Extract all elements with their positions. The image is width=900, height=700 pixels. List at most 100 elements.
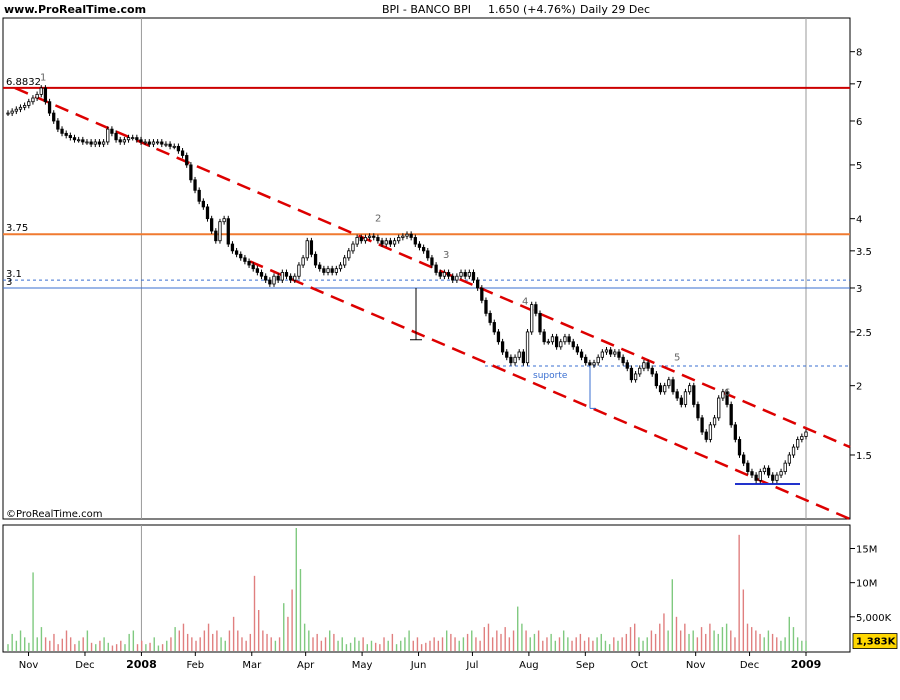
candle-body	[239, 253, 243, 259]
candle-body	[214, 230, 218, 242]
candle-body	[633, 373, 638, 381]
candle-body	[588, 362, 592, 366]
candle-body	[255, 268, 260, 273]
candle-body	[247, 260, 251, 266]
price-tick-label: 2.5	[856, 328, 872, 339]
candle-body	[750, 471, 754, 476]
candle-body	[355, 237, 359, 245]
wave-label: 2	[375, 214, 381, 225]
candle-body	[218, 221, 222, 242]
instrument-title: BPI - BANCO BPI	[382, 3, 471, 16]
candle-body	[779, 471, 783, 476]
candle-body	[621, 356, 625, 364]
candle-body	[172, 145, 176, 148]
candle-body	[139, 139, 143, 143]
candle-body	[513, 356, 517, 364]
candle-body	[613, 351, 617, 355]
candle-body	[434, 264, 438, 273]
candle-body	[480, 287, 484, 301]
candle-body	[193, 179, 197, 191]
candle-body	[288, 275, 293, 281]
candle-body	[147, 141, 151, 145]
candle-body	[264, 275, 268, 281]
time-tick-label: Sep	[576, 660, 595, 671]
candle-body	[334, 268, 338, 273]
candle-body	[297, 264, 301, 277]
wave-label: 5	[674, 353, 680, 364]
candle-body	[804, 431, 808, 437]
candle-body	[259, 272, 264, 277]
candle-body	[438, 272, 442, 277]
price-panel	[2, 17, 851, 520]
time-tick-label: Jul	[465, 660, 478, 671]
candle-body	[185, 155, 189, 166]
candle-body	[106, 128, 110, 143]
candle-body	[197, 189, 201, 202]
candle-body	[143, 141, 147, 144]
price-tick-label: 3	[856, 284, 862, 295]
candle-body	[118, 139, 122, 143]
candle-body	[89, 141, 93, 145]
candle-body	[401, 235, 405, 238]
time-tick-label: Feb	[186, 660, 204, 671]
time-tick-label: Mar	[242, 660, 262, 671]
wave-label: 6	[724, 388, 730, 399]
candle-body	[101, 141, 106, 145]
candle-body	[313, 253, 318, 266]
candle-body	[72, 137, 77, 141]
candle-body	[534, 304, 538, 314]
candle-body	[85, 141, 89, 144]
time-axis: Nov Dec 2008 Feb Mar Apr May Jun Jul Aug Sep Oct Nov…	[19, 652, 822, 671]
copyright: ©ProRealTime.com	[6, 509, 102, 520]
candle-body	[559, 341, 563, 348]
candle-body	[392, 240, 397, 245]
time-tick-label: 2009	[791, 658, 822, 671]
candle-body	[64, 132, 68, 136]
candle-body	[81, 139, 85, 143]
candle-body	[455, 275, 459, 281]
candle-body	[563, 336, 567, 343]
candle-body	[347, 250, 351, 259]
candle-body	[492, 322, 496, 333]
candle-body	[762, 467, 767, 473]
candle-body	[654, 373, 659, 387]
candle-body	[52, 112, 56, 122]
candle-body	[646, 362, 650, 369]
candle-body	[343, 257, 347, 266]
price-axis: 8 7 6 5 4 3.5 3 2.5 2 1.5	[850, 48, 872, 462]
candle-body	[712, 417, 717, 426]
time-tick-label: Aug	[519, 660, 539, 671]
candle-body	[571, 341, 575, 348]
candle-body	[629, 367, 634, 381]
wave-label: 1	[40, 72, 46, 83]
candle-body	[625, 362, 629, 369]
candle-body	[6, 112, 10, 115]
candle-body	[442, 272, 447, 277]
time-tick-label: May	[352, 660, 373, 671]
candle-body	[692, 385, 696, 405]
candle-body	[463, 272, 467, 277]
candle-body	[567, 336, 571, 343]
candle-body	[110, 128, 114, 134]
candle-body	[509, 356, 513, 364]
level-label: 3	[6, 277, 12, 288]
site-url[interactable]: www.ProRealTime.com	[4, 3, 146, 16]
candle-body	[251, 264, 255, 270]
candle-body	[351, 243, 355, 252]
candle-body	[201, 200, 205, 208]
candle-body	[126, 137, 131, 141]
candle-body	[268, 279, 272, 285]
candle-body	[451, 275, 455, 281]
level-label: 6.8832	[6, 77, 41, 88]
price-tick-label: 7	[856, 80, 862, 91]
candle-body	[39, 87, 43, 95]
candle-body	[729, 404, 733, 426]
candle-body	[409, 233, 413, 238]
candle-body	[617, 351, 621, 358]
candle-body	[77, 139, 81, 142]
candle-body	[542, 331, 546, 343]
candle-body	[546, 341, 550, 344]
candle-body	[746, 462, 750, 473]
candle-body	[131, 137, 135, 140]
candle-body	[800, 436, 804, 440]
